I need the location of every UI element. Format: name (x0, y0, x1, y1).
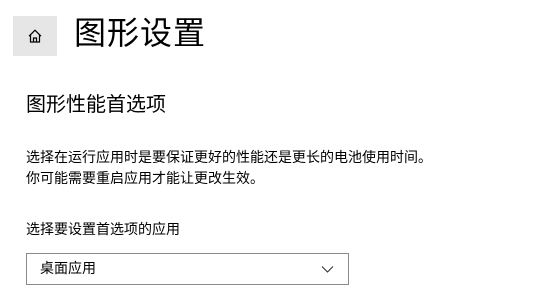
app-type-dropdown[interactable]: 桌面应用 (26, 253, 349, 285)
home-icon (27, 28, 43, 44)
description-line-1: 选择在运行应用时是要保证更好的性能还是更长的电池使用时间。 (26, 150, 432, 166)
page-title: 图形设置 (74, 14, 207, 52)
description-line-2: 你可能需要重启应用才能让更改生效。 (26, 171, 264, 187)
app-select-label: 选择要设置首选项的应用 (26, 222, 180, 238)
section-description: 选择在运行应用时是要保证更好的性能还是更长的电池使用时间。 你可能需要重启应用才… (26, 148, 531, 190)
page-header: 图形设置 (0, 0, 533, 72)
graphics-settings-page: 图形设置 图形性能首选项 选择在运行应用时是要保证更好的性能还是更长的电池使用时… (0, 0, 533, 293)
app-type-selected-value: 桌面应用 (40, 261, 96, 277)
home-button[interactable] (13, 16, 57, 56)
section-heading: 图形性能首选项 (26, 92, 166, 116)
chevron-down-icon (321, 264, 334, 274)
